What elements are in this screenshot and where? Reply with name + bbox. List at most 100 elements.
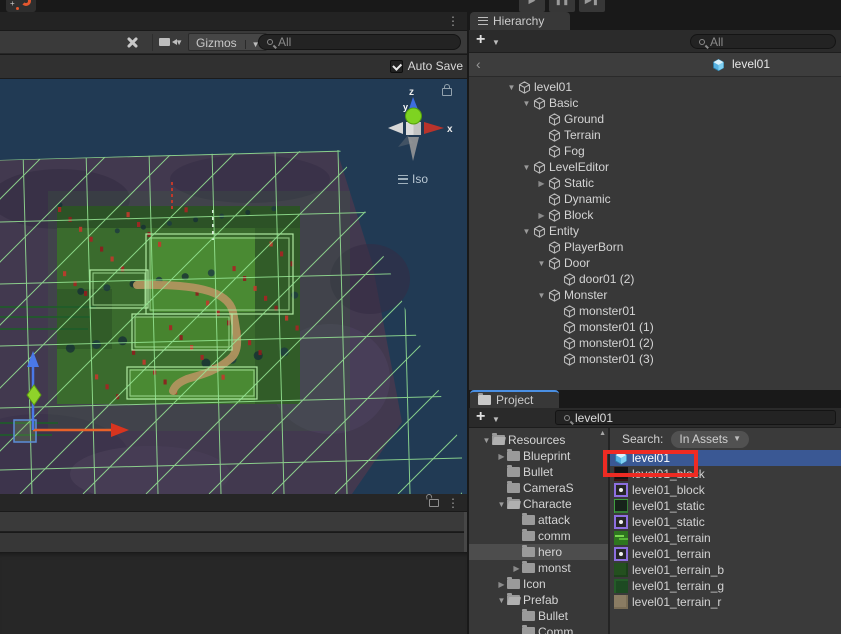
collab-badge-button[interactable]: + bbox=[6, 0, 36, 12]
folder-item[interactable]: attack bbox=[469, 512, 608, 528]
wrench-screwdriver-icon[interactable] bbox=[125, 35, 140, 50]
folder-item[interactable]: Bullet bbox=[469, 608, 608, 624]
foldout-expanded-icon[interactable] bbox=[520, 227, 533, 236]
result-label: level01_terrain_r bbox=[632, 595, 721, 609]
tree-item[interactable]: Ground bbox=[469, 111, 841, 127]
tree-item[interactable]: Entity bbox=[469, 223, 841, 239]
folder-item[interactable]: Resources bbox=[469, 432, 608, 448]
foldout-expanded-icon[interactable] bbox=[505, 83, 518, 92]
padlock-icon[interactable] bbox=[442, 88, 452, 96]
dark-green-texture-icon bbox=[614, 563, 628, 577]
foldout-expanded-icon[interactable] bbox=[496, 500, 507, 509]
orientation-gizmo[interactable]: z y x bbox=[386, 85, 456, 165]
chevron-down-icon[interactable]: ▼ bbox=[492, 38, 500, 47]
foldout-expanded-icon[interactable] bbox=[535, 259, 548, 268]
tree-item[interactable]: Monster bbox=[469, 287, 841, 303]
unlock-icon[interactable] bbox=[429, 499, 439, 507]
folder-item[interactable]: CameraS bbox=[469, 480, 608, 496]
camera-dropdown-button[interactable]: ▼ bbox=[152, 34, 184, 51]
scene-viewport[interactable]: z y x Iso bbox=[0, 79, 467, 494]
result-item[interactable]: level01_static bbox=[610, 498, 841, 514]
tree-item[interactable]: Static bbox=[469, 175, 841, 191]
tree-item[interactable]: monster01 (3) bbox=[469, 351, 841, 367]
tree-item-label: Terrain bbox=[564, 128, 601, 142]
tree-item[interactable]: Dynamic bbox=[469, 191, 841, 207]
unity-editor-window: + ▶ ❚❚ ▶❚ ⋮ ▼ Gizmos▼ All bbox=[0, 0, 841, 634]
folder-item[interactable]: Bullet bbox=[469, 464, 608, 480]
prefab-cube-icon bbox=[712, 58, 725, 71]
foldout-collapsed-icon[interactable] bbox=[511, 564, 522, 573]
tree-item[interactable]: monster01 bbox=[469, 303, 841, 319]
chevron-down-icon[interactable]: ▼ bbox=[492, 415, 500, 424]
scene-search-input[interactable]: All bbox=[258, 34, 461, 50]
list-icon bbox=[478, 17, 488, 25]
folder-item[interactable]: comm bbox=[469, 528, 608, 544]
scrollbar-up-arrow[interactable]: ▲ bbox=[599, 430, 606, 437]
tab-project[interactable]: Project bbox=[470, 390, 559, 408]
bottom-panel-row[interactable] bbox=[0, 533, 467, 552]
kebab-menu-icon[interactable]: ⋮ bbox=[447, 15, 459, 27]
folder-label: Characte bbox=[523, 497, 572, 511]
tree-item[interactable]: Fog bbox=[469, 143, 841, 159]
result-item[interactable]: level01_terrain_r bbox=[610, 594, 841, 610]
result-item[interactable]: level01_static bbox=[610, 514, 841, 530]
checkbox-checked-icon[interactable] bbox=[390, 60, 403, 73]
folder-item[interactable]: Characte bbox=[469, 496, 608, 512]
folder-item[interactable]: Icon bbox=[469, 576, 608, 592]
foldout-collapsed-icon[interactable] bbox=[496, 580, 507, 589]
result-item[interactable]: level01_terrain bbox=[610, 546, 841, 562]
step-button[interactable]: ▶❚ bbox=[579, 0, 605, 12]
foldout-collapsed-icon[interactable] bbox=[535, 211, 548, 220]
add-asset-button[interactable]: + bbox=[476, 409, 485, 425]
tree-item-label: monster01 (3) bbox=[579, 352, 654, 366]
foldout-expanded-icon[interactable] bbox=[520, 163, 533, 172]
folder-item[interactable]: Comm bbox=[469, 624, 608, 634]
tree-item[interactable]: monster01 (2) bbox=[469, 335, 841, 351]
bottom-panel-row[interactable] bbox=[0, 512, 467, 532]
kebab-menu-icon[interactable]: ⋮ bbox=[447, 497, 459, 509]
tree-item[interactable]: monster01 (1) bbox=[469, 319, 841, 335]
tree-item[interactable]: LevelEditor bbox=[469, 159, 841, 175]
tree-item[interactable]: PlayerBorn bbox=[469, 239, 841, 255]
foldout-collapsed-icon[interactable] bbox=[496, 452, 507, 461]
project-search-input[interactable]: level01 bbox=[555, 410, 836, 425]
foldout-expanded-icon[interactable] bbox=[520, 99, 533, 108]
folder-item[interactable]: Blueprint bbox=[469, 448, 608, 464]
result-item[interactable]: level01_terrain_g bbox=[610, 578, 841, 594]
tree-item[interactable]: level01 bbox=[469, 79, 841, 95]
projection-toggle[interactable]: Iso bbox=[398, 172, 428, 186]
play-button[interactable]: ▶ bbox=[519, 0, 545, 12]
add-gameobject-button[interactable]: + bbox=[476, 32, 485, 48]
foldout-expanded-icon[interactable] bbox=[481, 436, 492, 445]
result-item[interactable]: level01_terrain_b bbox=[610, 562, 841, 578]
foldout-expanded-icon[interactable] bbox=[496, 596, 507, 605]
tree-item[interactable]: Door bbox=[469, 255, 841, 271]
pause-button[interactable]: ❚❚ bbox=[549, 0, 575, 12]
result-item[interactable]: level01_block bbox=[610, 482, 841, 498]
folder-item[interactable]: Prefab bbox=[469, 592, 608, 608]
auto-save-toggle[interactable]: Auto Save bbox=[390, 59, 463, 73]
gameobject-cube-icon bbox=[548, 193, 561, 206]
bottom-panel-body bbox=[0, 552, 467, 634]
result-item[interactable]: level01_terrain bbox=[610, 530, 841, 546]
red-highlight-annotation bbox=[603, 450, 698, 477]
folder-item-selected[interactable]: hero bbox=[469, 544, 608, 560]
purple-asset-icon bbox=[614, 483, 628, 497]
folder-item[interactable]: monst bbox=[469, 560, 608, 576]
search-icon bbox=[699, 39, 705, 45]
foldout-expanded-icon[interactable] bbox=[535, 291, 548, 300]
hierarchy-search-input[interactable]: All bbox=[690, 34, 836, 49]
tree-item[interactable]: Terrain bbox=[469, 127, 841, 143]
gizmos-dropdown-button[interactable]: Gizmos▼ bbox=[188, 33, 267, 51]
tree-item[interactable]: door01 (2) bbox=[469, 271, 841, 287]
tab-hierarchy[interactable]: Hierarchy bbox=[470, 12, 570, 30]
tree-item[interactable]: Basic bbox=[469, 95, 841, 111]
search-icon bbox=[267, 39, 273, 45]
tree-item[interactable]: Block bbox=[469, 207, 841, 223]
breadcrumb-item[interactable]: level01 bbox=[712, 57, 770, 71]
folder-label: Comm bbox=[538, 625, 573, 634]
foldout-collapsed-icon[interactable] bbox=[535, 179, 548, 188]
back-chevron-icon[interactable]: ‹ bbox=[476, 56, 481, 72]
folder-label: Blueprint bbox=[523, 449, 570, 463]
search-scope-dropdown[interactable]: In Assets▼ bbox=[671, 431, 749, 448]
